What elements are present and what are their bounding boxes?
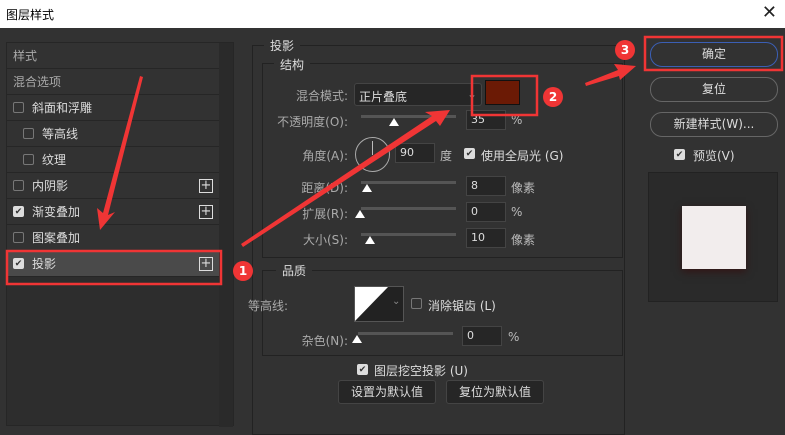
step-number: 3	[621, 43, 629, 57]
arrow-icon	[241, 110, 450, 247]
highlight-box-drop-shadow	[5, 249, 223, 286]
highlight-box-ok	[643, 35, 784, 72]
step-number: 2	[549, 90, 557, 104]
step-number: 1	[239, 264, 247, 278]
arrow-icon	[585, 64, 636, 86]
arrow-icon	[97, 76, 143, 230]
highlight-box-color	[470, 74, 539, 117]
annotation-overlay: 1 2 3	[5, 35, 784, 286]
